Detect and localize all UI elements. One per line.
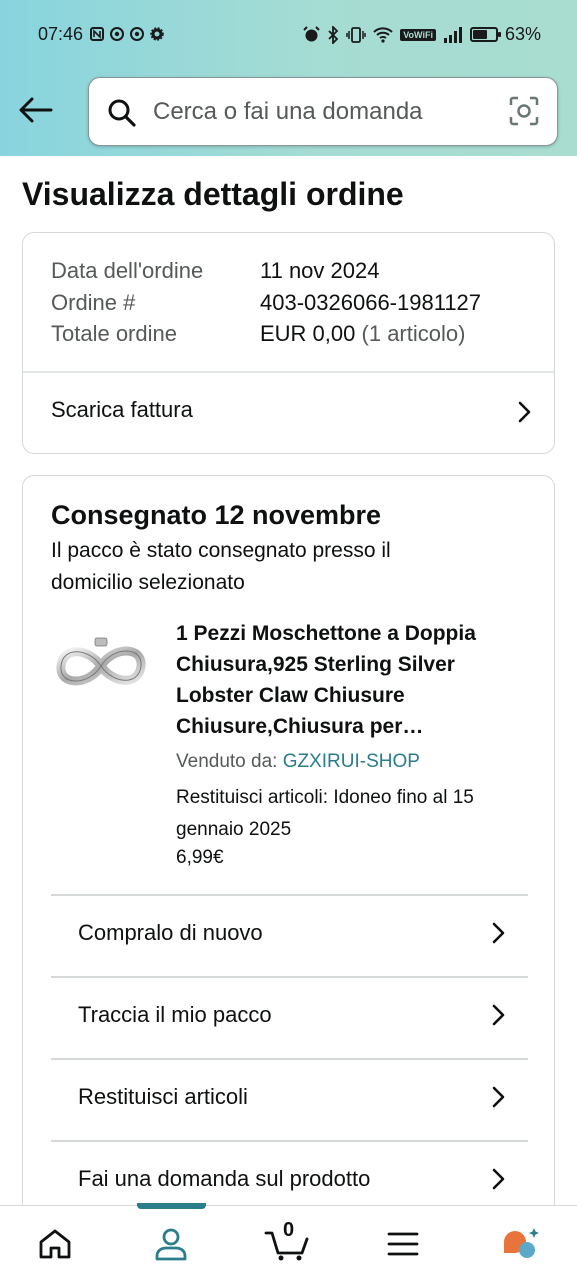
order-total-amount: EUR 0,00 [260,321,356,346]
delivery-status: Consegnato 12 novembre [51,500,382,530]
vowifi-badge: VoWiFi [400,28,436,41]
person-icon [155,1228,187,1260]
nfc-icon [90,27,104,41]
nav-cart[interactable] [247,1206,327,1280]
order-date-value: 11 nov 2024 [260,258,380,283]
chrome-icon [130,27,144,41]
search-bar[interactable] [88,77,558,146]
order-number-row: Ordine # 403-0326066-1981127 [51,290,481,316]
order-number-label: Ordine # [51,290,136,315]
chevron-right-icon [518,401,531,423]
product-title-link[interactable]: 1 Pezzi Moschettone a Doppia Chiusura,92… [176,618,531,742]
track-package-button[interactable]: Traccia il mio pacco [51,976,528,1058]
status-bar: 07:46 VoWiFi 63% [0,0,577,72]
delivery-description: Il pacco è stato consegnato presso il do… [51,539,391,594]
nav-home[interactable] [15,1206,95,1280]
order-total-value: EUR 0,00 (1 articolo) [260,321,465,347]
chevron-right-icon [492,1168,505,1190]
signal-icon [443,26,462,43]
product-price: 6,99€ [176,847,224,868]
camera-scan-icon[interactable] [509,96,539,126]
alarm-icon [303,26,320,42]
cart-count-badge: 0 [283,1219,295,1241]
download-invoice-row[interactable]: Scarica fattura [23,373,554,453]
order-date-row: Data dell'ordine 11 nov 2024 [51,258,379,284]
product-image[interactable] [51,626,151,706]
order-summary-card: Data dell'ordine 11 nov 2024 Ordine # 40… [22,232,555,454]
arrow-left-icon [19,97,53,123]
track-package-label: Traccia il mio pacco [78,1002,272,1027]
bluetooth-icon [328,25,339,44]
back-button[interactable] [14,88,58,132]
settings-icon [150,27,164,41]
buy-again-label: Compralo di nuovo [78,920,263,945]
page-title: Visualizza dettagli ordine [22,176,404,212]
order-total-row: Totale ordine EUR 0,00 (1 articolo) [51,321,465,347]
chevron-right-icon [492,1004,505,1026]
system-icons: VoWiFi 63% [303,24,541,45]
seller-link[interactable]: GZXIRUI-SHOP [283,751,420,772]
home-icon [39,1229,71,1258]
nav-menu[interactable] [363,1206,443,1280]
bottom-navigation [0,1203,577,1280]
app-header: 07:46 VoWiFi 63% [0,0,577,156]
order-number-value: 403-0326066-1981127 [260,290,482,315]
buy-again-button[interactable]: Compralo di nuovo [51,894,528,976]
notification-icons [90,27,164,41]
sold-by-label: Venduto da: [176,751,278,772]
battery-percent: 63% [504,24,541,44]
nav-account[interactable] [131,1206,211,1280]
nav-ai-assistant[interactable] [481,1206,561,1280]
order-date-label: Data dell'ordine [51,258,204,283]
return-items-label: Restituisci articoli [78,1084,248,1109]
chevron-right-icon [492,922,505,944]
ask-product-question-label: Fai una domanda sul prodotto [78,1166,371,1191]
search-input[interactable] [153,90,493,134]
ai-assistant-icon [504,1227,539,1258]
status-time: 07:46 [38,24,84,44]
chevron-right-icon [492,1086,505,1108]
order-total-label: Totale ordine [51,321,177,346]
chrome-icon [110,27,124,41]
search-icon [108,99,136,127]
vibrate-icon [346,26,366,43]
shipment-card: Consegnato 12 novembre Il pacco è stato … [22,475,555,1235]
battery-icon [469,27,501,42]
wifi-icon [373,27,393,43]
menu-icon [387,1232,419,1255]
sold-by: Venduto da: GZXIRUI-SHOP [176,751,420,773]
return-items-button[interactable]: Restituisci articoli [51,1058,528,1140]
order-item-count: (1 articolo) [361,321,466,346]
return-eligibility: Restituisci articoli: Idoneo fino al 15 … [176,787,474,840]
download-invoice-label: Scarica fattura [51,397,193,422]
